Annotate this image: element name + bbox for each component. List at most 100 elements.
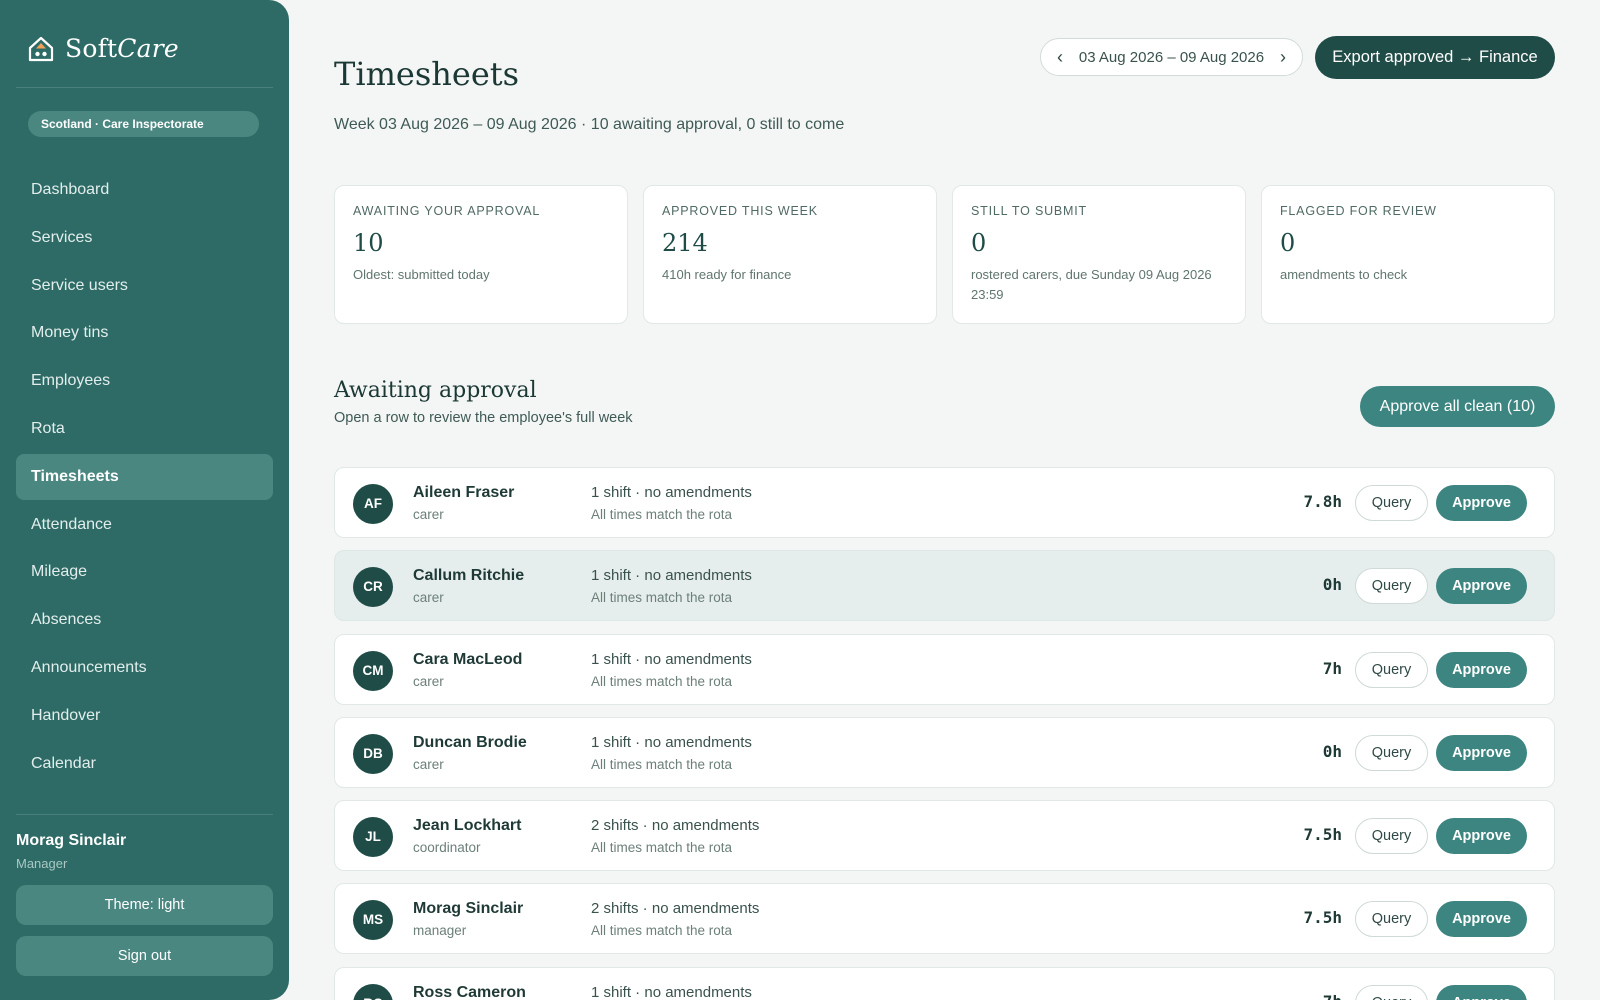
avatar: CR [353,567,393,608]
sidebar-item-dashboard[interactable]: Dashboard [16,167,273,213]
avatar: DB [353,733,393,774]
stat-note: rostered carers, due Sunday 09 Aug 2026 … [971,267,1212,302]
stat-note: amendments to check [1280,267,1408,282]
table-row[interactable]: AF Aileen Fraser carer 1 shift · no amendme… [334,467,1555,538]
hours-total: 7h [1322,658,1342,678]
stat-label: APPROVED THIS WEEK [662,204,818,218]
table-row[interactable]: DB Duncan Brodie carer 1 shift · no amendme… [334,716,1555,788]
query-button[interactable]: Query [1355,651,1428,688]
approve-button[interactable]: Approve [1436,485,1527,521]
avatar: CM [353,650,393,691]
sidebar-item-handover[interactable]: Handover [16,693,273,739]
shift-summary: 1 shift · no amendments [591,650,752,668]
stat-value: 10 [353,229,384,257]
table-row[interactable]: JL Jean Lockhart coordinator 2 shifts · no … [334,800,1555,872]
stat-card: FLAGGED FOR REVIEW 0 amendments to check [1261,185,1555,324]
shift-summary: 2 shifts · no amendments [591,817,760,835]
sidebar-item-timesheets[interactable]: Timesheets [16,453,273,500]
employee-role: carer [413,673,444,689]
home-logo-icon [28,36,54,61]
shift-summary: 2 shifts · no amendments [591,900,760,918]
export-finance-button[interactable]: Export approved → Finance [1315,36,1555,79]
divider [16,814,273,815]
approve-all-clean-button[interactable]: Approve all clean (10) [1360,386,1555,427]
stats-row: AWAITING YOUR APPROVAL 10 Oldest: submitte… [334,185,1555,324]
week-picker: ‹ 03 Aug 2026 – 09 Aug 2026 › [1040,38,1303,76]
shift-summary: 1 shift · no amendments [591,567,752,585]
employee-name: Duncan Brodie [413,733,527,751]
query-button[interactable]: Query [1355,901,1428,938]
employee-name: Cara MacLeod [413,650,523,668]
employee-name: Callum Ritchie [413,567,525,585]
sidebar-item-absences[interactable]: Absences [16,597,273,643]
employee-role: carer [413,756,444,772]
sidebar-item-money-tins[interactable]: Money tins [16,310,273,356]
shift-note: All times match the rota [591,923,733,939]
employee-name: Ross Cameron [413,983,526,1000]
sidebar-item-attendance[interactable]: Attendance [16,502,273,548]
employee-role: carer [413,507,444,522]
employee-role: carer [413,590,444,606]
stat-value: 0 [971,229,987,257]
approve-button[interactable]: Approve [1436,818,1527,855]
region-badge: Scotland · Care Inspectorate [28,111,259,137]
table-row[interactable]: MS Morag Sinclair manager 2 shifts · no ame… [334,883,1555,955]
hours-total: 7.5h [1303,908,1342,928]
theme-toggle-button[interactable]: Theme: light [16,885,273,925]
query-button[interactable]: Query [1355,568,1428,605]
hours-total: 0h [1322,575,1342,595]
query-button[interactable]: Query [1355,984,1428,1000]
hours-total: 7h [1323,992,1342,1000]
section-title: Awaiting approval [334,378,537,403]
sign-out-button[interactable]: Sign out [16,936,273,976]
query-button[interactable]: Query [1355,818,1428,855]
user-role: Manager [16,856,68,871]
stat-value: 0 [1280,229,1296,257]
sidebar-item-calendar[interactable]: Calendar [16,741,273,787]
week-range-label[interactable]: 03 Aug 2026 – 09 Aug 2026 [1079,49,1264,66]
hours-total: 7.8h [1303,492,1342,511]
table-row[interactable]: CM Cara MacLeod carer 1 shift · no amendmen… [334,633,1555,705]
sidebar-item-mileage[interactable]: Mileage [16,549,273,595]
approve-button[interactable]: Approve [1436,568,1527,605]
approve-button[interactable]: Approve [1436,651,1527,688]
query-button[interactable]: Query [1355,485,1428,521]
hours-total: 7.5h [1303,825,1342,845]
sidebar-item-employees[interactable]: Employees [16,358,273,404]
sidebar-item-rota[interactable]: Rota [16,406,273,452]
query-button[interactable]: Query [1355,734,1428,771]
stat-value: 214 [662,229,708,257]
shift-note: All times match the rota [591,590,733,606]
avatar: AF [353,484,393,524]
approve-button[interactable]: Approve [1436,901,1527,938]
employee-name: Aileen Fraser [413,484,515,501]
shift-note: All times match the rota [591,673,733,689]
sidebar-item-announcements[interactable]: Announcements [16,645,273,691]
avatar: MS [353,900,393,941]
stat-label: STILL TO SUBMIT [971,204,1087,218]
sidebar-nav: Dashboard Services Service users Money tins… [16,167,273,788]
shift-note: All times match the rota [591,756,733,772]
stat-card: STILL TO SUBMIT 0 rostered carers, due Sun… [952,185,1246,324]
chevron-left-icon[interactable]: ‹ [1057,47,1063,68]
sidebar-item-services[interactable]: Services [16,215,273,261]
approve-button[interactable]: Approve [1436,734,1527,771]
employee-name: Jean Lockhart [413,817,522,835]
sidebar: SoftCare Scotland · Care Inspectorate Da… [0,0,289,1000]
stat-note: Oldest: submitted today [353,267,490,282]
user-name: Morag Sinclair [16,832,127,849]
avatar: JL [353,817,393,858]
shift-note: All times match the rota [591,840,733,856]
avatar: RC [353,983,393,1000]
shift-note: All times match the rota [591,507,733,522]
sidebar-item-service-users[interactable]: Service users [16,263,273,309]
stat-card: APPROVED THIS WEEK 214 410h ready for fina… [643,185,937,324]
chevron-right-icon[interactable]: › [1280,47,1286,68]
table-row[interactable]: CR Callum Ritchie carer 1 shift · no amendm… [334,550,1555,622]
brand[interactable]: SoftCare [27,34,179,63]
employee-name: Morag Sinclair [413,900,524,918]
approve-button[interactable]: Approve [1436,984,1527,1000]
divider [16,87,273,88]
table-row[interactable]: RCRoss Cameroncarer1 shift · no amendmen… [334,966,1555,1000]
page-title: Timesheets [334,55,520,93]
